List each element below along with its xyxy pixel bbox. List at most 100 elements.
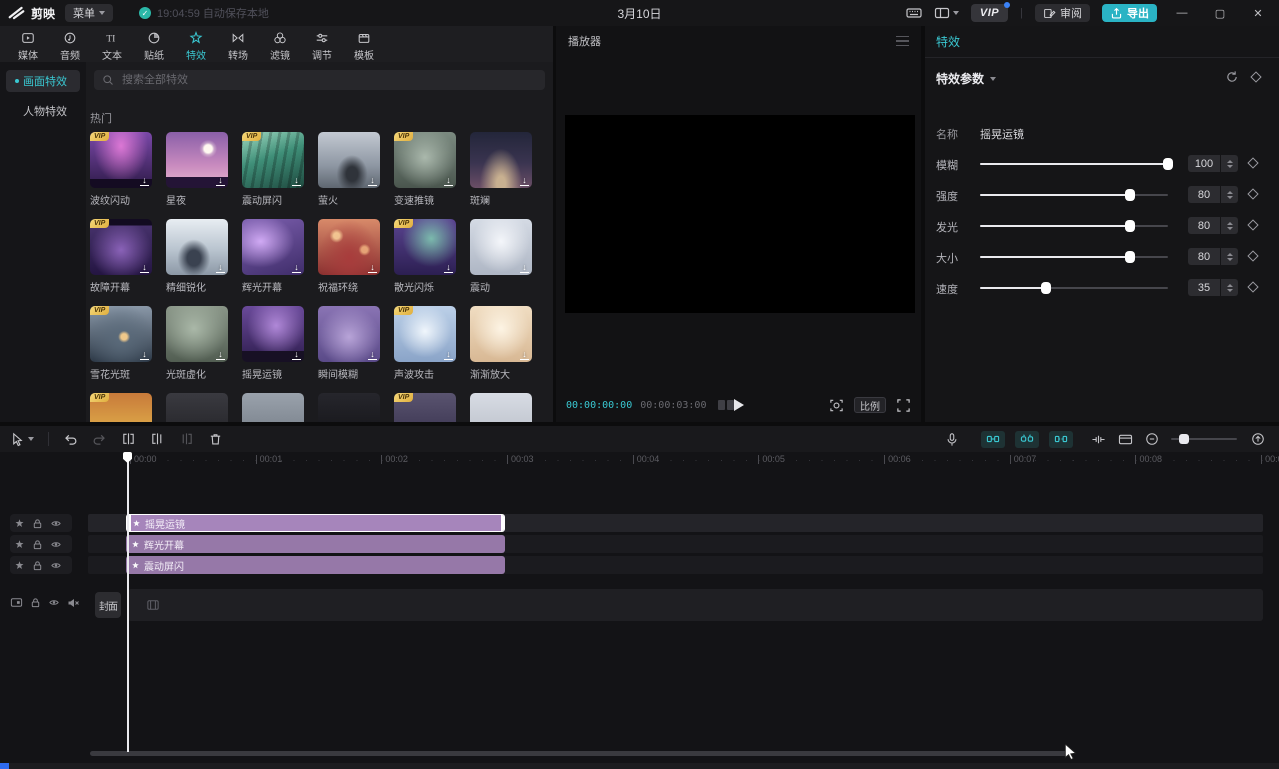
slider-track[interactable] bbox=[980, 194, 1168, 196]
effect-thumbnail[interactable]: ↓ bbox=[470, 306, 532, 362]
download-icon[interactable]: ↓ bbox=[140, 176, 149, 186]
trim-right-icon[interactable] bbox=[179, 432, 194, 447]
effect-thumbnail[interactable]: ↓ bbox=[318, 132, 380, 188]
effect-card[interactable]: ↓星夜 bbox=[166, 132, 228, 207]
effect-card[interactable]: VIP↓雪花光斑 bbox=[90, 306, 152, 381]
preview-quality-icon[interactable] bbox=[718, 400, 734, 410]
preview-axis-icon[interactable] bbox=[1118, 433, 1133, 446]
link-toggle-icon[interactable] bbox=[1015, 431, 1039, 448]
collapse-icon[interactable] bbox=[990, 77, 996, 81]
download-icon[interactable]: ↓ bbox=[292, 350, 301, 360]
effect-thumbnail[interactable]: ↓ bbox=[318, 219, 380, 275]
effect-thumbnail[interactable] bbox=[470, 393, 532, 422]
effect-thumbnail[interactable]: VIP↓ bbox=[394, 132, 456, 188]
slider-thumb[interactable] bbox=[1125, 251, 1135, 263]
select-tool-icon[interactable] bbox=[10, 432, 34, 447]
effect-card[interactable]: ↓祝福环绕 bbox=[318, 219, 380, 294]
locate-playhead-icon[interactable] bbox=[1251, 432, 1265, 446]
menu-button[interactable]: 菜单 bbox=[65, 4, 113, 22]
download-icon[interactable]: ↓ bbox=[216, 263, 225, 273]
effect-card[interactable] bbox=[166, 393, 228, 422]
tab-transition[interactable]: 转场 bbox=[217, 26, 259, 62]
inspector-tab-effects[interactable]: 特效 bbox=[936, 33, 960, 50]
play-button[interactable] bbox=[734, 399, 744, 411]
slider-track[interactable] bbox=[980, 163, 1168, 165]
lock-icon[interactable] bbox=[32, 518, 43, 529]
keyframe-diamond-icon[interactable] bbox=[1247, 281, 1258, 292]
effect-thumbnail[interactable]: VIP↓ bbox=[90, 306, 152, 362]
magnet-toggle-icon[interactable] bbox=[981, 431, 1005, 448]
slider-track[interactable] bbox=[980, 256, 1168, 258]
eye-icon[interactable] bbox=[50, 518, 62, 529]
mute-speaker-icon[interactable] bbox=[67, 597, 79, 609]
slider-stepper[interactable] bbox=[1221, 186, 1238, 203]
record-audio-icon[interactable] bbox=[945, 432, 959, 447]
vip-badge[interactable]: VIP bbox=[971, 4, 1008, 22]
download-icon[interactable]: ↓ bbox=[520, 263, 529, 273]
slider-stepper[interactable] bbox=[1221, 155, 1238, 172]
align-icon[interactable] bbox=[1091, 433, 1106, 446]
effect-thumbnail[interactable]: ↓ bbox=[242, 306, 304, 362]
download-icon[interactable]: ↓ bbox=[216, 176, 225, 186]
tab-adjust[interactable]: 调节 bbox=[301, 26, 343, 62]
effect-card[interactable]: ↓辉光开幕 bbox=[242, 219, 304, 294]
undo-icon[interactable] bbox=[63, 432, 78, 447]
download-icon[interactable]: ↓ bbox=[140, 350, 149, 360]
cover-button[interactable]: 封面 bbox=[95, 592, 121, 618]
effect-thumbnail[interactable] bbox=[166, 393, 228, 422]
slider-value[interactable]: 35 bbox=[1188, 279, 1220, 296]
effect-thumbnail[interactable] bbox=[242, 393, 304, 422]
download-icon[interactable]: ↓ bbox=[368, 350, 377, 360]
zoom-slider-thumb[interactable] bbox=[1179, 434, 1189, 444]
delete-icon[interactable] bbox=[208, 432, 223, 447]
download-icon[interactable]: ↓ bbox=[292, 263, 301, 273]
zoom-out-icon[interactable] bbox=[1145, 432, 1159, 446]
player-menu-icon[interactable] bbox=[896, 36, 909, 47]
download-icon[interactable]: ↓ bbox=[140, 263, 149, 273]
ratio-button[interactable]: 比例 bbox=[854, 397, 886, 413]
lock-icon[interactable] bbox=[30, 597, 41, 608]
effect-thumbnail[interactable]: ↓ bbox=[166, 306, 228, 362]
effect-thumbnail[interactable] bbox=[318, 393, 380, 422]
slider-stepper[interactable] bbox=[1221, 217, 1238, 234]
slider-stepper[interactable] bbox=[1221, 248, 1238, 265]
effect-thumbnail[interactable]: VIP↓ bbox=[90, 132, 152, 188]
effect-card[interactable]: ↓渐渐放大 bbox=[470, 306, 532, 381]
effect-thumbnail[interactable]: VIP↓ bbox=[394, 306, 456, 362]
effect-card[interactable]: ↓萤火 bbox=[318, 132, 380, 207]
download-icon[interactable]: ↓ bbox=[444, 263, 453, 273]
horizontal-scrollbar[interactable] bbox=[90, 751, 1070, 756]
sidebar-item-screen-effects[interactable]: 画面特效 bbox=[6, 70, 80, 92]
effect-card[interactable] bbox=[318, 393, 380, 422]
eye-icon[interactable] bbox=[50, 539, 62, 550]
close-button[interactable]: ✕ bbox=[1245, 0, 1271, 26]
slider-thumb[interactable] bbox=[1125, 189, 1135, 201]
effect-card[interactable]: VIP↓变速推镜 bbox=[394, 132, 456, 207]
tab-media[interactable]: 媒体 bbox=[7, 26, 49, 62]
effect-thumbnail[interactable]: ↓ bbox=[470, 219, 532, 275]
lock-icon[interactable] bbox=[32, 560, 43, 571]
slider-track[interactable] bbox=[980, 287, 1168, 289]
effect-card[interactable]: VIP bbox=[90, 393, 152, 422]
keyframe-diamond-icon[interactable] bbox=[1247, 188, 1258, 199]
eye-icon[interactable] bbox=[48, 597, 60, 608]
tab-effects[interactable]: 特效 bbox=[175, 26, 217, 62]
download-icon[interactable]: ↓ bbox=[368, 176, 377, 186]
slider-thumb[interactable] bbox=[1041, 282, 1051, 294]
tab-sticker[interactable]: 贴纸 bbox=[133, 26, 175, 62]
eye-icon[interactable] bbox=[50, 560, 62, 571]
keyboard-shortcuts-icon[interactable] bbox=[906, 5, 922, 21]
split-icon[interactable] bbox=[121, 432, 136, 447]
effect-card[interactable]: ↓瞬间模糊 bbox=[318, 306, 380, 381]
effect-thumbnail[interactable]: VIP bbox=[394, 393, 456, 422]
effect-card[interactable]: VIP↓震动屏闪 bbox=[242, 132, 304, 207]
effect-card[interactable]: VIP↓散光闪烁 bbox=[394, 219, 456, 294]
effect-card[interactable]: VIP bbox=[394, 393, 456, 422]
timeline-ruler[interactable]: 00:0000:0100:0200:0300:0400:0500:0600:07… bbox=[0, 452, 1279, 467]
download-icon[interactable]: ↓ bbox=[368, 263, 377, 273]
effect-thumbnail[interactable]: VIP↓ bbox=[242, 132, 304, 188]
review-button[interactable]: 审阅 bbox=[1035, 4, 1090, 22]
keyframe-diamond-icon[interactable] bbox=[1247, 219, 1258, 230]
slider-stepper[interactable] bbox=[1221, 279, 1238, 296]
tab-template[interactable]: 模板 bbox=[343, 26, 385, 62]
